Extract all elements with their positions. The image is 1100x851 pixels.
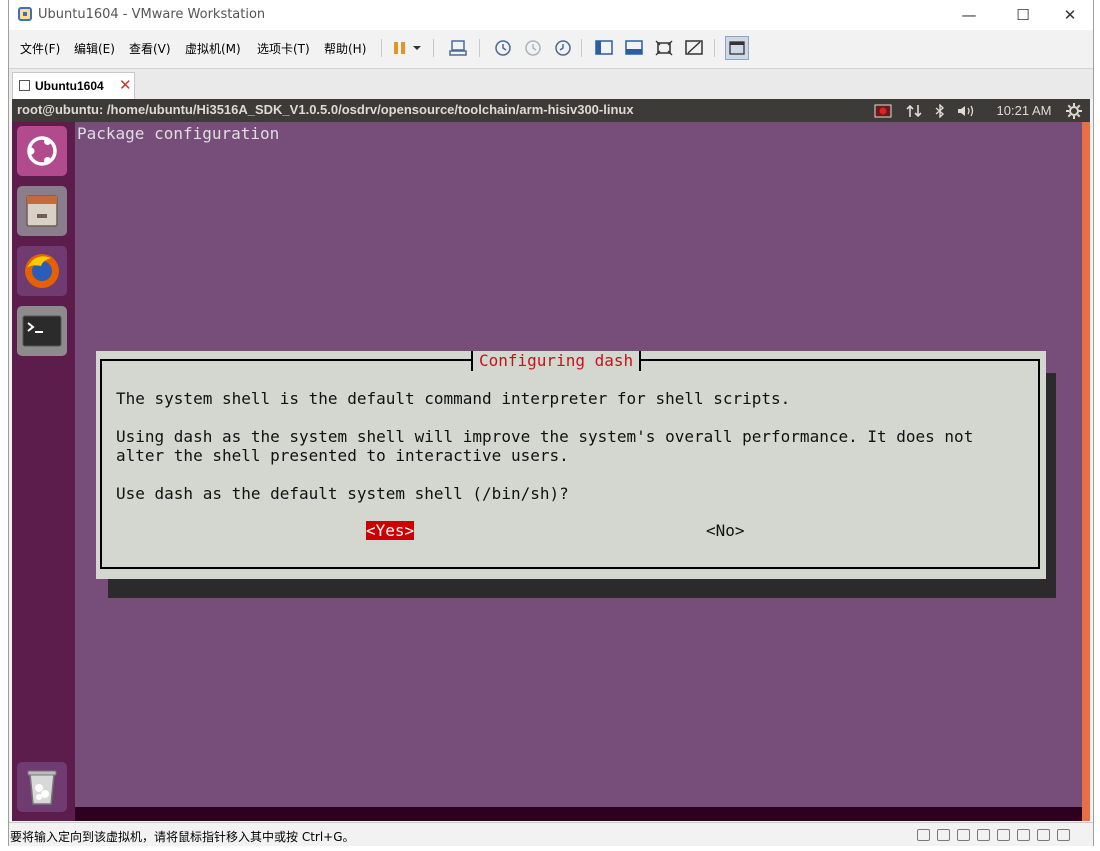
printer-status-icon[interactable]: [1017, 829, 1030, 841]
maximize-button[interactable]: ☐: [1000, 2, 1046, 28]
bluetooth-icon[interactable]: [932, 101, 948, 120]
vm-screen[interactable]: root@ubuntu: /home/ubuntu/Hi3516A_SDK_V1…: [12, 99, 1090, 821]
volume-icon[interactable]: [956, 101, 978, 120]
dialog-question: Use dash as the default system shell (/b…: [116, 484, 569, 503]
unity-view-icon[interactable]: [683, 37, 705, 59]
snapshot-take-icon[interactable]: [491, 37, 513, 59]
cdrom-status-icon[interactable]: [937, 829, 950, 841]
network-icon[interactable]: [904, 101, 924, 120]
menu-edit[interactable]: 编辑(E): [74, 40, 115, 57]
status-message: 要将输入定向到该虚拟机，请将鼠标指针移入其中或按 Ctrl+G。: [10, 830, 355, 844]
gear-icon[interactable]: [1064, 101, 1084, 120]
dialog-text-line: The system shell is the default command …: [116, 389, 791, 408]
display-status-icon[interactable]: [1037, 829, 1050, 841]
menu-bar: 文件(F) 编辑(E) 查看(V) 虚拟机(M) 选项卡(T) 帮助(H): [9, 33, 1093, 63]
vmware-app-icon: [18, 7, 32, 21]
vmware-window: Ubuntu1604 - VMware Workstation — ☐ ✕ 文件(F…: [8, 0, 1094, 851]
usb-status-icon[interactable]: [977, 829, 990, 841]
yes-button[interactable]: <Yes>: [366, 521, 415, 540]
network-status-icon[interactable]: [957, 829, 970, 841]
ubuntu-top-panel: root@ubuntu: /home/ubuntu/Hi3516A_SDK_V1…: [12, 99, 1090, 122]
title-bar: Ubuntu1604 - VMware Workstation — ☐ ✕: [9, 0, 1093, 30]
no-button[interactable]: <No>: [706, 521, 745, 540]
dialog-title: Configuring dash: [479, 351, 634, 370]
menu-view[interactable]: 查看(V): [129, 40, 171, 57]
dialog-title-box: Configuring dash: [471, 351, 642, 371]
package-configuration-header: Package configuration: [77, 124, 280, 143]
terminal-bottom-strip: [75, 807, 1082, 821]
dialog-text-line: Using dash as the system shell will impr…: [116, 427, 974, 446]
window-title: Ubuntu1604 - VMware Workstation: [38, 7, 266, 22]
tab-close-icon[interactable]: ✕: [119, 76, 132, 94]
menu-help[interactable]: 帮助(H): [324, 40, 366, 57]
close-button[interactable]: ✕: [1047, 2, 1093, 28]
pause-icon[interactable]: [389, 37, 411, 59]
terminal-scrollbar[interactable]: [1082, 122, 1090, 821]
vm-tab-icon: [19, 80, 30, 91]
ubuntu-logo-icon[interactable]: [17, 126, 67, 176]
tab-ubuntu1604[interactable]: Ubuntu1604 ✕: [12, 72, 135, 99]
snapshot-manager-icon[interactable]: [551, 37, 573, 59]
preferences-view-icon[interactable]: [725, 36, 749, 60]
record-indicator-icon[interactable]: [873, 101, 893, 120]
menu-tabs[interactable]: 选项卡(T): [257, 40, 310, 57]
dialog-text-line: alter the shell presented to interactive…: [116, 446, 569, 465]
menu-vm[interactable]: 虚拟机(M): [185, 40, 241, 57]
clock[interactable]: 10:21 AM: [989, 101, 1059, 120]
full-screen-icon[interactable]: [653, 37, 675, 59]
files-icon[interactable]: [17, 186, 67, 236]
message-status-icon[interactable]: [1057, 829, 1070, 841]
pause-dropdown-icon[interactable]: [410, 37, 424, 59]
terminal-area[interactable]: Package configuration Configuring dash T…: [75, 122, 1082, 807]
tab-label: Ubuntu1604: [35, 79, 104, 93]
snapshot-revert-icon[interactable]: [521, 37, 543, 59]
status-bar: 要将输入定向到该虚拟机，请将鼠标指针移入其中或按 Ctrl+G。: [9, 822, 1093, 847]
send-ctrl-alt-del-icon[interactable]: [447, 37, 469, 59]
tab-bar: Ubuntu1604 ✕: [9, 68, 1093, 99]
configure-dash-dialog: Configuring dash The system shell is the…: [96, 351, 1046, 579]
terminal-icon[interactable]: [17, 306, 67, 356]
hdd-status-icon[interactable]: [917, 829, 930, 841]
console-view-icon[interactable]: [623, 37, 645, 59]
library-view-icon[interactable]: [593, 37, 615, 59]
unity-launcher: [12, 122, 75, 821]
firefox-icon[interactable]: [17, 246, 67, 296]
minimize-button[interactable]: —: [946, 2, 992, 28]
trash-icon[interactable]: [17, 762, 67, 812]
sound-status-icon[interactable]: [997, 829, 1010, 841]
menu-file[interactable]: 文件(F): [20, 40, 60, 57]
background-page-strip: [0, 846, 1100, 851]
terminal-window-title: root@ubuntu: /home/ubuntu/Hi3516A_SDK_V1…: [17, 102, 634, 117]
